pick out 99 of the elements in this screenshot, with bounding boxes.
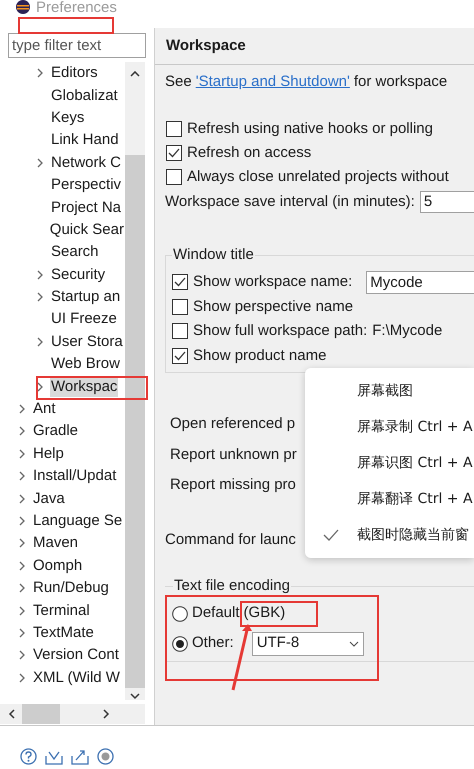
tree-item[interactable]: Ant: [32, 399, 57, 420]
tree-item[interactable]: Oomph: [32, 556, 84, 576]
checkbox[interactable]: [166, 169, 182, 185]
setting-label: Report unknown pr: [170, 444, 297, 464]
tree-item[interactable]: XML (Wild W: [32, 668, 121, 688]
help-icon[interactable]: [20, 748, 37, 765]
tree-item[interactable]: User Stora: [50, 332, 124, 352]
tree-item[interactable]: Run/Debug: [32, 578, 110, 598]
tree-item[interactable]: Perspectiv: [50, 175, 122, 196]
startup-link[interactable]: 'Startup and Shutdown': [196, 70, 350, 94]
expand-chevron-icon[interactable]: [36, 270, 44, 280]
expand-chevron-icon[interactable]: [18, 583, 26, 594]
checkbox[interactable]: [166, 121, 182, 137]
path-text: F:\Mycode: [372, 321, 442, 341]
expand-chevron-icon[interactable]: [18, 494, 26, 504]
checkbox-label: Show full workspace path:: [193, 321, 368, 341]
window-title: Preferences: [36, 0, 117, 16]
scroll-right-icon[interactable]: [102, 709, 110, 719]
expand-chevron-icon[interactable]: [36, 292, 44, 302]
tree-item[interactable]: Keys: [50, 108, 86, 128]
setting-label: Command for launc: [165, 530, 296, 550]
encoding-note: (GBK): [244, 603, 286, 624]
expand-chevron-icon[interactable]: [18, 448, 26, 459]
expand-chevron-icon[interactable]: [18, 560, 26, 571]
expand-chevron-icon[interactable]: [18, 404, 26, 414]
expand-chevron-icon[interactable]: [18, 516, 26, 526]
tree-item[interactable]: TextMate: [32, 622, 95, 643]
scroll-down-icon[interactable]: [130, 692, 140, 700]
expand-chevron-icon[interactable]: [36, 336, 44, 347]
checkbox-label: Show perspective name: [193, 296, 354, 316]
radio-label: Default: [192, 603, 240, 624]
checkbox[interactable]: [172, 348, 188, 364]
horizontal-scrollbar[interactable]: [0, 704, 145, 724]
expand-chevron-icon[interactable]: [18, 672, 26, 683]
menu-item[interactable]: 屏幕识图 Ctrl + A: [305, 445, 474, 481]
intro-text: See: [165, 72, 192, 92]
app-logo-icon: [16, 0, 30, 14]
intro-text: for workspace: [354, 72, 448, 92]
expand-chevron-icon[interactable]: [36, 382, 44, 392]
tree-item[interactable]: Startup an: [50, 287, 122, 308]
tree-item[interactable]: Network C: [50, 152, 122, 173]
export-icon[interactable]: [71, 748, 89, 765]
radio-button[interactable]: [172, 606, 188, 622]
scroll-thumb[interactable]: [22, 704, 60, 724]
tree-item[interactable]: Install/Updat: [32, 466, 118, 486]
expand-chevron-icon[interactable]: [18, 538, 26, 548]
tree-item[interactable]: Globalizat: [50, 86, 119, 106]
tree-item[interactable]: Web Brow: [50, 354, 121, 374]
tree-item[interactable]: Maven: [32, 533, 80, 554]
menu-item[interactable]: 屏幕翻译 Ctrl + A: [305, 481, 474, 517]
workspace-name-field[interactable]: Mycode: [366, 270, 474, 294]
tree-item[interactable]: Gradle: [32, 421, 80, 442]
menu-item[interactable]: 屏幕录制 Ctrl + A: [305, 409, 474, 445]
checkbox-label: Show workspace name:: [193, 272, 352, 292]
expand-chevron-icon[interactable]: [18, 650, 26, 660]
expand-chevron-icon[interactable]: [36, 158, 44, 168]
filter-field[interactable]: type filter text: [8, 33, 146, 58]
checkbox-label: Refresh using native hooks or polling: [187, 118, 433, 139]
save-interval-field[interactable]: 5: [420, 191, 474, 213]
menu-item[interactable]: 屏幕截图: [305, 373, 474, 409]
page-title: Workspace: [166, 36, 246, 56]
encoding-dropdown[interactable]: UTF-8: [252, 632, 364, 656]
checkbox[interactable]: [166, 145, 182, 161]
tree-item[interactable]: Project Na: [50, 198, 122, 218]
checkbox-label: Refresh on access: [187, 142, 312, 163]
tree-item[interactable]: Workspac: [50, 376, 118, 397]
expand-chevron-icon[interactable]: [18, 471, 26, 482]
expand-chevron-icon[interactable]: [18, 426, 26, 436]
menu-item[interactable]: 截图时隐藏当前窗: [305, 517, 474, 553]
expand-chevron-icon[interactable]: [18, 628, 26, 638]
checkbox[interactable]: [172, 323, 188, 340]
tree-item[interactable]: Terminal: [32, 600, 91, 621]
caret-icon: [348, 640, 359, 646]
expand-chevron-icon[interactable]: [36, 68, 44, 78]
tree-item[interactable]: Version Cont: [32, 645, 120, 666]
tree-item[interactable]: Help: [32, 444, 65, 464]
tree-item[interactable]: Language Se: [32, 511, 124, 531]
tree-item[interactable]: Link Hand: [50, 130, 120, 150]
tree-item[interactable]: Quick Sear: [48, 220, 125, 240]
scroll-left-icon[interactable]: [8, 709, 16, 719]
tree-item[interactable]: Java: [32, 488, 66, 509]
checkbox[interactable]: [172, 274, 188, 290]
checkbox[interactable]: [172, 298, 188, 315]
radio-button[interactable]: [172, 636, 188, 652]
record-icon[interactable]: [97, 748, 114, 765]
setting-label: Open referenced p: [170, 414, 296, 434]
tree-item[interactable]: Search: [50, 242, 100, 262]
tree-item[interactable]: Security: [50, 264, 106, 285]
vertical-scrollbar[interactable]: [125, 62, 145, 700]
save-interval-label: Workspace save interval (in minutes):: [165, 192, 415, 212]
scroll-up-icon[interactable]: [130, 70, 140, 78]
scroll-thumb[interactable]: [125, 154, 145, 688]
tree-item[interactable]: Editors: [50, 63, 99, 84]
checkbox-label: Always close unrelated projects without: [187, 166, 449, 187]
tree-item[interactable]: UI Freeze: [50, 309, 118, 330]
expand-chevron-icon[interactable]: [18, 606, 26, 616]
checkbox-label: Show product name: [193, 346, 326, 366]
radio-label: Other:: [192, 633, 234, 654]
setting-label: Report missing pro: [170, 475, 296, 495]
